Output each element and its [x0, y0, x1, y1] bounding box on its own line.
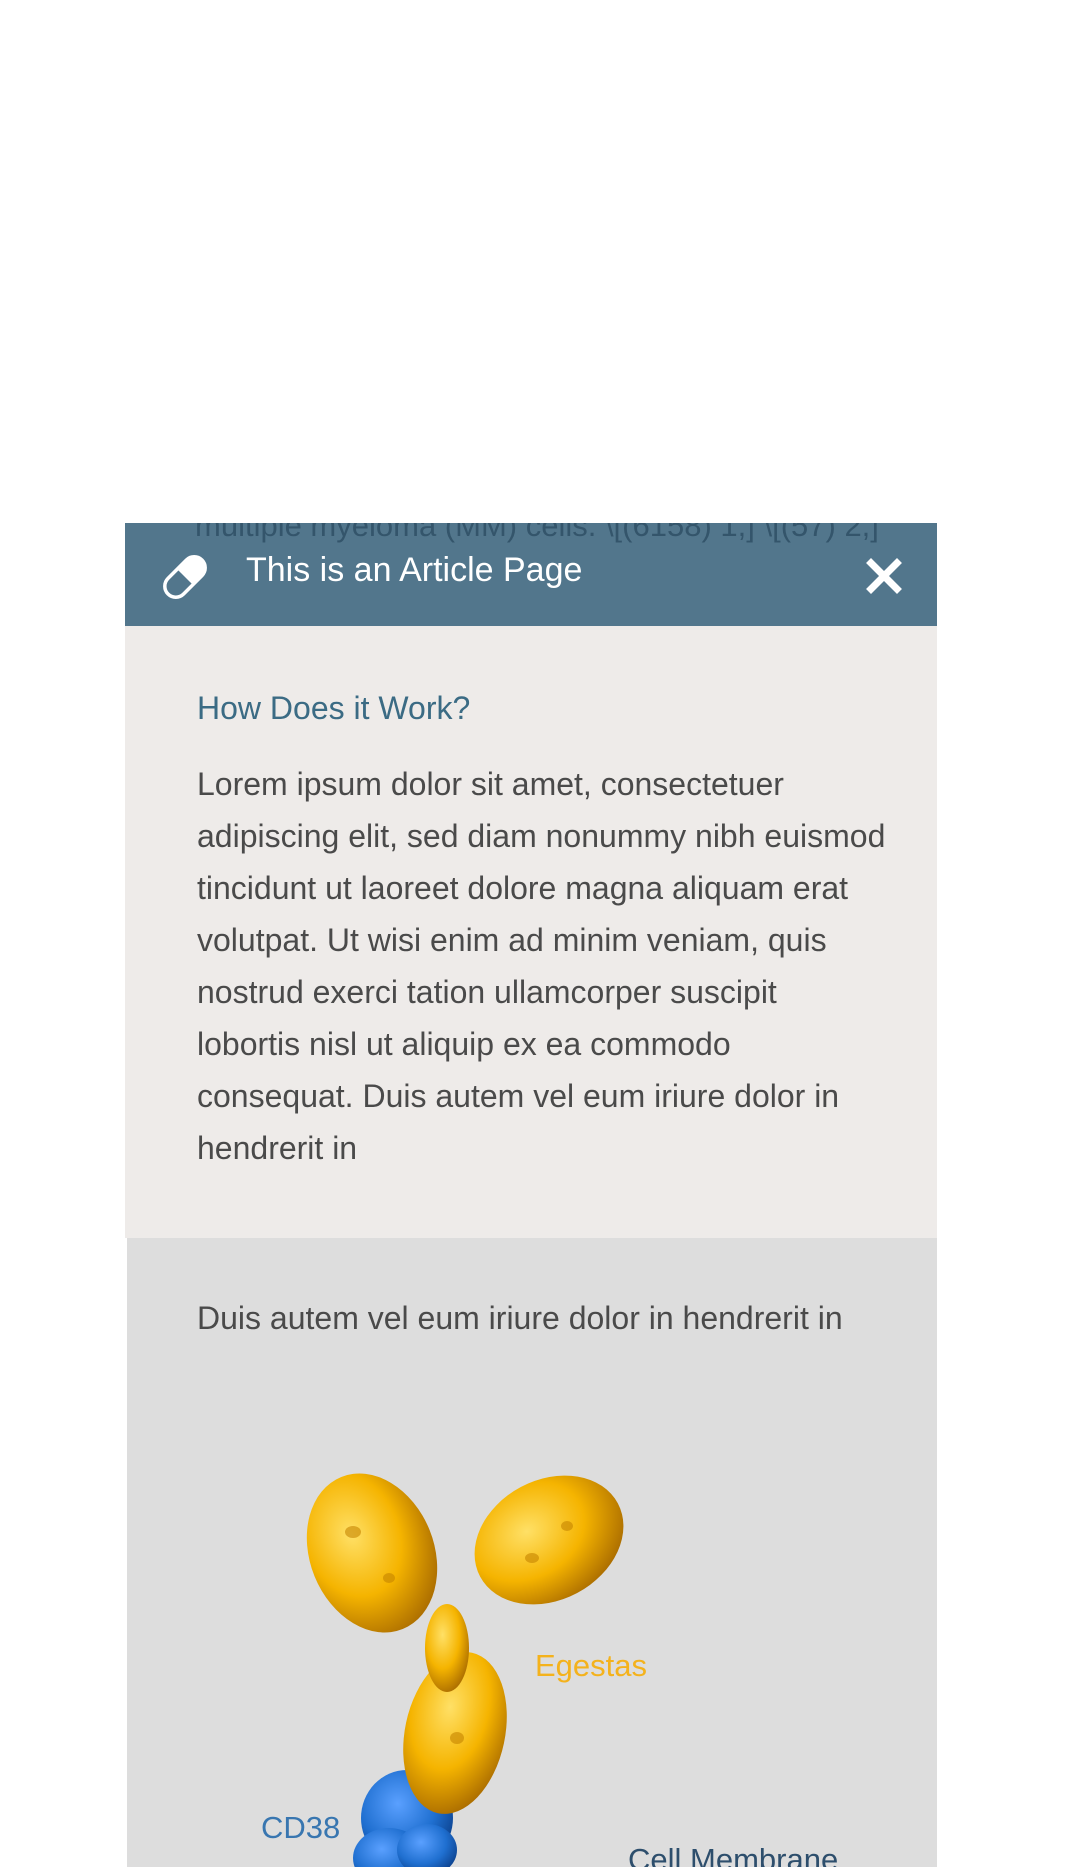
- how-it-works-section: How Does it Work? Lorem ipsum dolor sit …: [125, 626, 937, 1238]
- antibody-molecule: [284, 1450, 646, 1823]
- section-heading: How Does it Work?: [197, 690, 470, 727]
- section-body: Lorem ipsum dolor sit amet, consectetuer…: [197, 758, 887, 1174]
- article-header: multiple myeloma (MM) cells. \[(6158) 1,…: [125, 523, 937, 626]
- pill-icon: [157, 549, 213, 605]
- cell-membrane-label: Cell Membrane: [628, 1842, 838, 1867]
- background-text: multiple myeloma (MM) cells. \[(6158) 1,…: [195, 523, 895, 552]
- page-title: This is an Article Page: [246, 551, 582, 590]
- cd38-label: CD38: [261, 1810, 340, 1846]
- egestas-label: Egestas: [535, 1648, 647, 1684]
- antibody-illustration: [127, 1238, 937, 1867]
- figure-section: Duis autem vel eum iriure dolor in hendr…: [127, 1238, 937, 1867]
- close-icon[interactable]: [865, 557, 903, 595]
- article-panel: multiple myeloma (MM) cells. \[(6158) 1,…: [125, 523, 937, 1867]
